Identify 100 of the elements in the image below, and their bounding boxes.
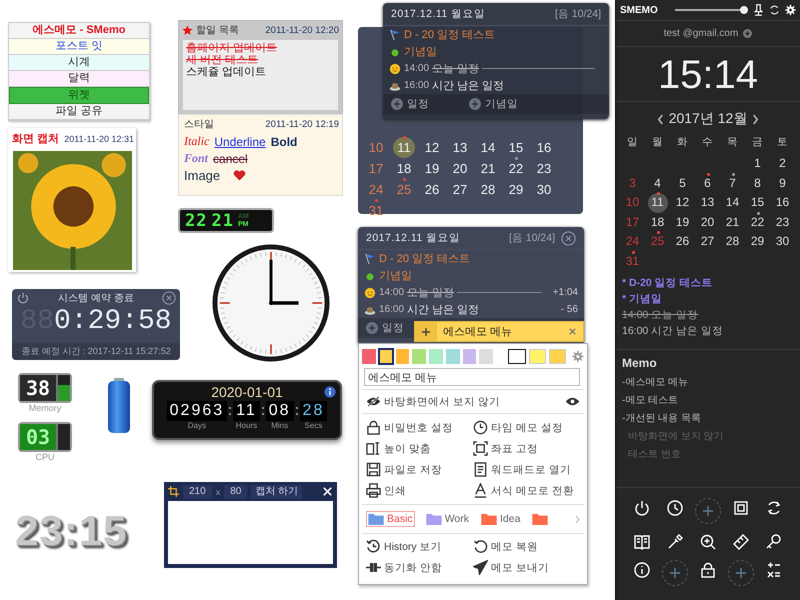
menu-option[interactable]: 워드패드로 열기 <box>491 462 571 476</box>
eye-icon[interactable] <box>565 396 580 407</box>
calendar-day[interactable]: 15 <box>745 193 770 212</box>
ruler-icon[interactable] <box>730 532 751 552</box>
color-swatch[interactable] <box>446 348 460 364</box>
calendar-day[interactable]: 4 <box>645 174 670 193</box>
calendar-day[interactable]: 26 <box>418 179 446 200</box>
menu-option[interactable]: 인쇄 <box>384 484 406 498</box>
calendar-day[interactable]: 11 <box>393 137 415 158</box>
calendar-day[interactable]: 18 <box>390 158 418 179</box>
calendar-day[interactable]: 30 <box>530 179 558 200</box>
calendar-day[interactable]: 15 <box>502 137 530 158</box>
calendar-day[interactable]: 23 <box>530 158 558 179</box>
info-icon[interactable] <box>324 386 336 398</box>
menu-option[interactable]: 메모 보내기 <box>491 560 549 574</box>
menu-option[interactable]: 높이 맞춤 <box>384 442 431 456</box>
calendar-day[interactable]: 7 <box>720 174 745 193</box>
add-icon[interactable] <box>694 498 721 524</box>
menu-item[interactable]: 위젯 <box>9 87 149 104</box>
calendar-day[interactable]: 28 <box>720 232 745 252</box>
menu-option[interactable]: History 보기 <box>384 540 442 554</box>
calendar-day[interactable]: 12 <box>670 193 695 212</box>
event-text[interactable]: 시간 남은 일정 <box>432 78 504 93</box>
color-swatch[interactable] <box>362 348 376 364</box>
calendar-day[interactable]: 23 <box>770 212 795 232</box>
calendar-day[interactable]: 28 <box>474 179 502 200</box>
pin-icon[interactable] <box>753 4 764 16</box>
calendar-day[interactable]: 8 <box>745 174 770 193</box>
color-swatch[interactable] <box>412 348 426 364</box>
event-item[interactable]: 16:00 시간 남은 일정 <box>622 323 794 339</box>
memo-title-field[interactable]: 에스메모 메뉴 <box>364 368 580 386</box>
memo-list-item[interactable]: -메모 테스트 <box>622 392 794 410</box>
menu-option[interactable]: 동기화 안함 <box>384 560 442 574</box>
menu-item[interactable]: 포스트 잇 <box>9 39 149 55</box>
event-text[interactable]: 기념일 <box>404 44 437 59</box>
menu-option[interactable]: 타임 메모 설정 <box>491 420 563 434</box>
folder-tab[interactable]: Idea <box>480 512 522 526</box>
calendar-day[interactable]: 19 <box>670 212 695 232</box>
calendar-day[interactable]: 5 <box>670 174 695 193</box>
sync-icon[interactable] <box>769 4 780 16</box>
calendar-day[interactable]: 19 <box>418 158 446 179</box>
menu-item[interactable]: 파일 공유 <box>9 104 149 120</box>
memo-list-item[interactable]: -에스메모 메뉴 <box>622 374 794 392</box>
crop-icon[interactable] <box>168 486 179 497</box>
height-field[interactable]: 80 <box>224 484 248 498</box>
calendar-day[interactable]: 2 <box>770 154 795 174</box>
add-icon[interactable] <box>662 560 688 586</box>
style-swatch[interactable] <box>508 348 526 364</box>
calendar-day[interactable]: 21 <box>474 158 502 179</box>
event-item[interactable]: 14:00 오늘 일정 <box>622 307 794 323</box>
opacity-slider-thumb[interactable] <box>740 6 748 14</box>
color-swatch[interactable] <box>462 348 476 364</box>
calendar-day[interactable]: 29 <box>502 179 530 200</box>
menu-option[interactable]: 비밀번호 설정 <box>384 420 453 434</box>
add-icon[interactable] <box>728 560 754 586</box>
next-month-icon[interactable] <box>752 114 760 124</box>
calendar-day[interactable]: 18 <box>645 212 670 232</box>
calendar-day[interactable]: 12 <box>418 137 446 158</box>
color-swatch[interactable] <box>429 348 443 364</box>
calendar-day[interactable]: 6 <box>695 174 720 193</box>
calendar-day[interactable]: 11 <box>648 193 668 212</box>
menu-item[interactable]: 달력 <box>9 71 149 87</box>
event-item[interactable]: * D-20 일정 테스트 <box>622 275 794 291</box>
capture-button[interactable]: 캡처 하기 <box>251 484 302 498</box>
event-text[interactable]: D - 20 일정 테스트 <box>404 27 496 42</box>
menu-option[interactable]: 바탕화면에서 보지 않기 <box>384 394 500 408</box>
width-field[interactable]: 210 <box>183 484 212 498</box>
menu-option[interactable]: 서식 메모로 전환 <box>491 484 574 498</box>
calendar-day[interactable]: 22 <box>502 158 530 179</box>
calendar-day[interactable]: 16 <box>530 137 558 158</box>
folder-tab[interactable]: Work <box>424 512 470 526</box>
event-item[interactable]: * 기념일 <box>622 291 794 307</box>
calendar-day[interactable]: 30 <box>770 232 795 252</box>
menu-option[interactable]: 좌표 고정 <box>491 442 538 456</box>
calendar-day[interactable]: 14 <box>720 193 745 212</box>
color-swatch[interactable] <box>396 348 410 364</box>
color-swatch[interactable] <box>378 348 393 364</box>
clock-icon[interactable] <box>665 498 686 518</box>
calendar-day[interactable]: 13 <box>695 193 720 212</box>
menu-option[interactable]: 메모 복원 <box>491 540 538 554</box>
add-button[interactable]: 기념일 <box>469 97 518 111</box>
menu-item[interactable]: 시계 <box>9 55 149 71</box>
calendar-day[interactable]: 27 <box>446 179 474 200</box>
calendar-day[interactable]: 22 <box>745 212 770 232</box>
calendar-day[interactable]: 9 <box>770 174 795 193</box>
calendar-day[interactable]: 27 <box>695 232 720 252</box>
calendar-day[interactable]: 13 <box>446 137 474 158</box>
folder-tab[interactable]: Basic <box>366 511 415 527</box>
calendar-day[interactable]: 1 <box>745 154 770 174</box>
color-swatch[interactable] <box>479 348 494 364</box>
calendar-day[interactable]: 14 <box>474 137 502 158</box>
memo-list-item[interactable]: -개선된 내용 목록 <box>622 410 794 428</box>
menu-option[interactable]: 파일로 저장 <box>384 462 442 476</box>
calendar-day[interactable]: 20 <box>446 158 474 179</box>
calendar-day[interactable]: 16 <box>770 193 795 212</box>
previous-month-icon[interactable] <box>656 114 664 124</box>
add-icon[interactable] <box>743 29 752 38</box>
calendar-day[interactable]: 21 <box>720 212 745 232</box>
settings-icon[interactable] <box>785 4 796 16</box>
calendar-day[interactable]: 20 <box>695 212 720 232</box>
